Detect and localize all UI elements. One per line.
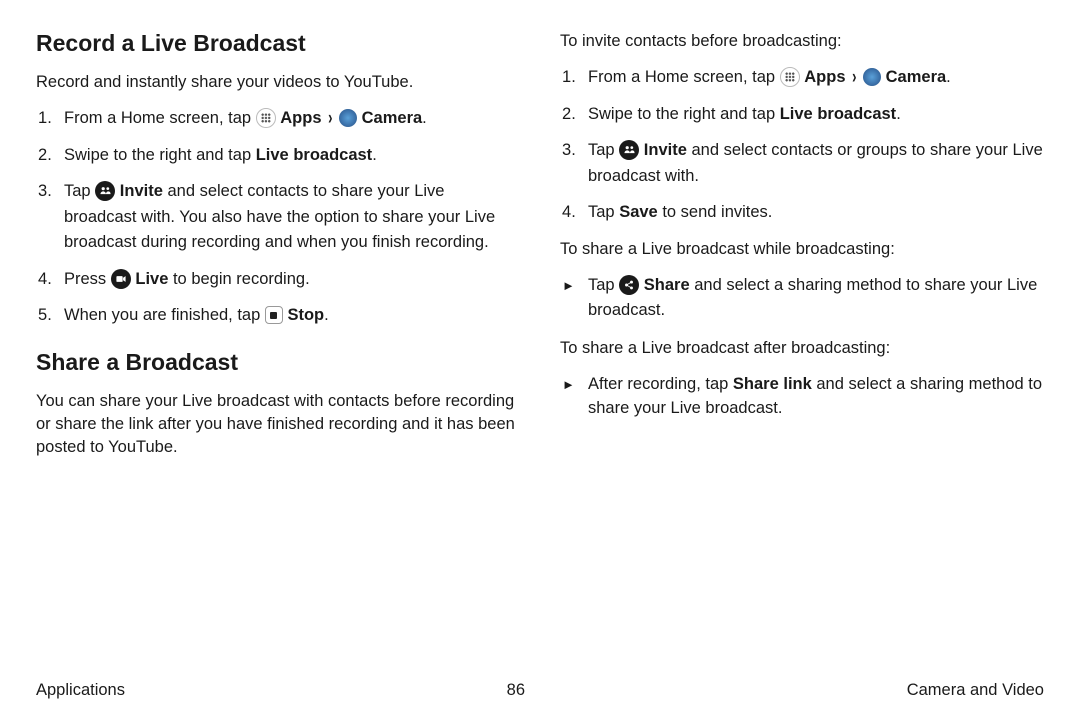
- apps-icon: [780, 67, 800, 87]
- step-2: Swipe to the right and tap Live broadcas…: [36, 143, 520, 169]
- text: Share: [644, 276, 690, 294]
- text: to send invites.: [658, 203, 773, 221]
- share-during-text: To share a Live broadcast while broadcas…: [560, 238, 1044, 261]
- text: .: [896, 105, 901, 123]
- text: Tap: [588, 276, 619, 294]
- text: From a Home screen, tap: [64, 109, 256, 127]
- text: .: [324, 306, 329, 324]
- apps-label: Apps: [280, 109, 321, 127]
- apps-icon: [256, 108, 276, 128]
- page-content: Record a Live Broadcast Record and insta…: [36, 30, 1044, 471]
- text: After recording, tap: [588, 375, 733, 393]
- page-number: 86: [507, 681, 525, 700]
- share-icon: [619, 275, 639, 295]
- camera-label: Camera: [886, 68, 947, 86]
- text: .: [422, 109, 427, 127]
- text: Invite: [120, 182, 163, 200]
- text: Share link: [733, 375, 812, 393]
- text: Live: [135, 270, 168, 288]
- live-icon: [111, 269, 131, 289]
- camera-icon: [339, 109, 357, 127]
- footer-right: Camera and Video: [907, 681, 1044, 700]
- share-after-step: After recording, tap Share link and sele…: [560, 372, 1044, 422]
- step-3: Tap Invite and select contacts to share …: [36, 179, 520, 256]
- left-column: Record a Live Broadcast Record and insta…: [36, 30, 520, 471]
- text: Swipe to the right and tap: [64, 146, 256, 164]
- step-1: From a Home screen, tap Apps › Camera.: [560, 65, 1044, 91]
- text: Swipe to the right and tap: [588, 105, 780, 123]
- intro-text: Record and instantly share your videos t…: [36, 71, 520, 94]
- invite-steps: From a Home screen, tap Apps › Camera. S…: [560, 65, 1044, 226]
- text: .: [946, 68, 951, 86]
- right-column: To invite contacts before broadcasting: …: [560, 30, 1044, 471]
- invite-icon: [95, 181, 115, 201]
- camera-icon: [863, 68, 881, 86]
- step-4: Tap Save to send invites.: [560, 200, 1044, 226]
- invite-before-text: To invite contacts before broadcasting:: [560, 30, 1044, 53]
- heading-share: Share a Broadcast: [36, 349, 520, 376]
- page-footer: Applications 86 Camera and Video: [36, 671, 1044, 700]
- text: Save: [619, 203, 658, 221]
- record-steps: From a Home screen, tap Apps › Camera. S…: [36, 106, 520, 329]
- text: .: [372, 146, 377, 164]
- step-5: When you are finished, tap Stop.: [36, 303, 520, 329]
- step-1: From a Home screen, tap Apps › Camera.: [36, 106, 520, 132]
- share-intro: You can share your Live broadcast with c…: [36, 390, 520, 459]
- text: Tap: [588, 141, 619, 159]
- chevron-right-icon: ›: [852, 62, 856, 92]
- share-after-text: To share a Live broadcast after broadcas…: [560, 337, 1044, 360]
- text: Stop: [287, 306, 324, 324]
- step-3: Tap Invite and select contacts or groups…: [560, 138, 1044, 189]
- step-2: Swipe to the right and tap Live broadcas…: [560, 102, 1044, 128]
- text: Invite: [644, 141, 687, 159]
- text: Tap: [64, 182, 95, 200]
- text: When you are finished, tap: [64, 306, 265, 324]
- step-4: Press Live to begin recording.: [36, 267, 520, 293]
- apps-label: Apps: [804, 68, 845, 86]
- text: Press: [64, 270, 111, 288]
- chevron-right-icon: ›: [328, 103, 332, 133]
- text: Tap: [588, 203, 619, 221]
- heading-record: Record a Live Broadcast: [36, 30, 520, 57]
- text: From a Home screen, tap: [588, 68, 780, 86]
- text: to begin recording.: [168, 270, 309, 288]
- camera-label: Camera: [362, 109, 423, 127]
- stop-icon: [265, 306, 283, 324]
- footer-left: Applications: [36, 681, 125, 700]
- share-during-step: Tap Share and select a sharing method to…: [560, 273, 1044, 323]
- text: Live broadcast: [256, 146, 372, 164]
- text: Live broadcast: [780, 105, 896, 123]
- invite-icon: [619, 140, 639, 160]
